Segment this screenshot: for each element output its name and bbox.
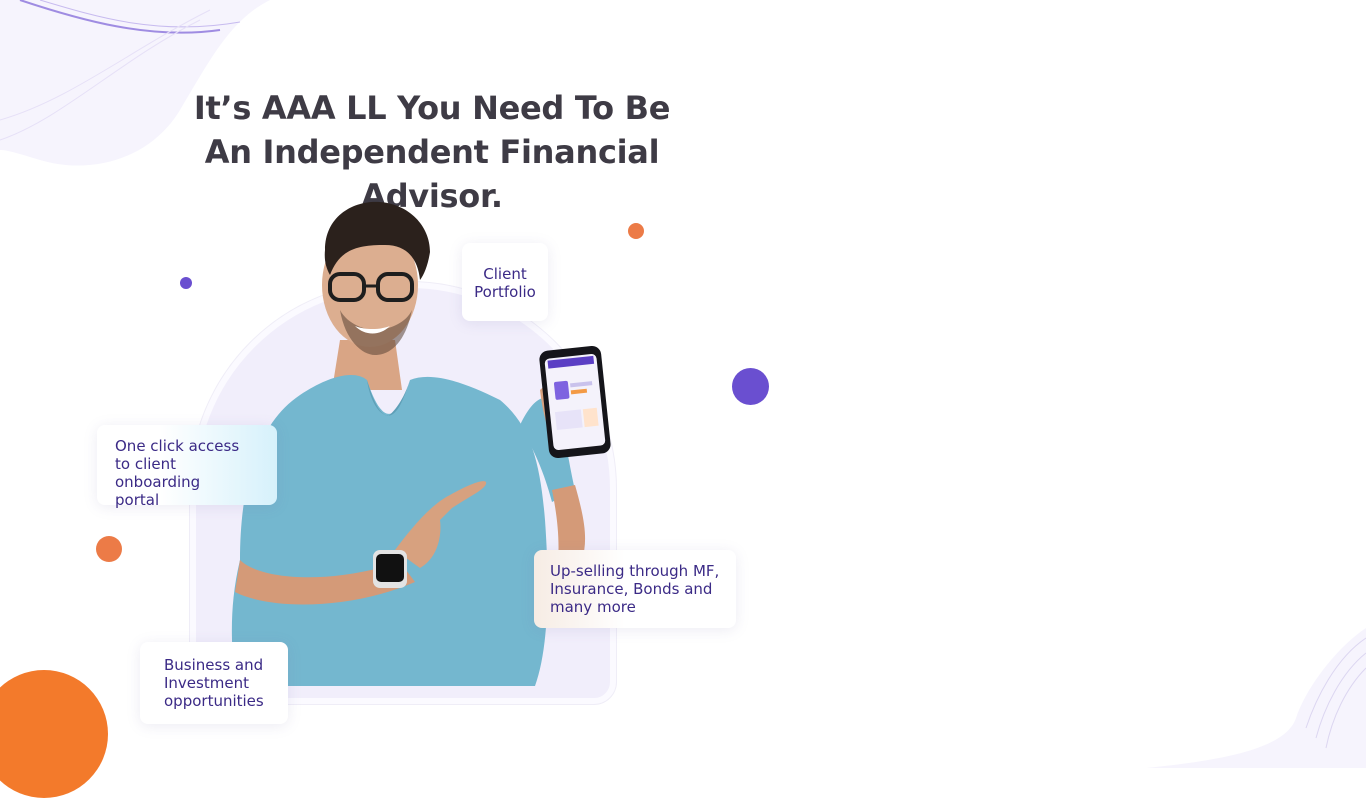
feature-card-line: One click access [115, 437, 240, 455]
feature-card-onboarding-access: One click access to client onboarding po… [97, 425, 277, 509]
feature-card-client-portfolio: Client Portfolio [462, 243, 548, 321]
hero-section: It’s AAA LL You Need To Be An Independen… [0, 0, 1366, 798]
decorative-dot-purple-large [732, 368, 769, 405]
feature-card-upselling: Up-selling through MF, Insurance, Bonds … [534, 550, 736, 628]
headline-line-1: It’s AAA LL You Need To Be [193, 89, 671, 127]
feature-card-line: Business and [164, 656, 264, 674]
smartphone-icon [539, 345, 611, 459]
decorative-dot-orange-left [96, 536, 122, 562]
feature-card-line: to client onboarding [115, 455, 201, 491]
feature-card-business-opportunities: Business and Investment opportunities [140, 642, 288, 724]
decorative-wave-bottom-right [1146, 628, 1366, 768]
feature-card-line: opportunities [164, 692, 264, 710]
feature-card-line: Up-selling through MF, [550, 562, 720, 580]
decorative-orange-blob [0, 670, 108, 798]
smartwatch-icon [373, 550, 407, 588]
feature-card-line: portal [115, 491, 160, 509]
feature-card-line: many more [550, 598, 636, 616]
feature-card-line: Investment [164, 674, 249, 692]
feature-card-line: Client [483, 265, 527, 283]
feature-card-line: Portfolio [474, 283, 536, 301]
feature-card-line: Insurance, Bonds and [550, 580, 713, 598]
